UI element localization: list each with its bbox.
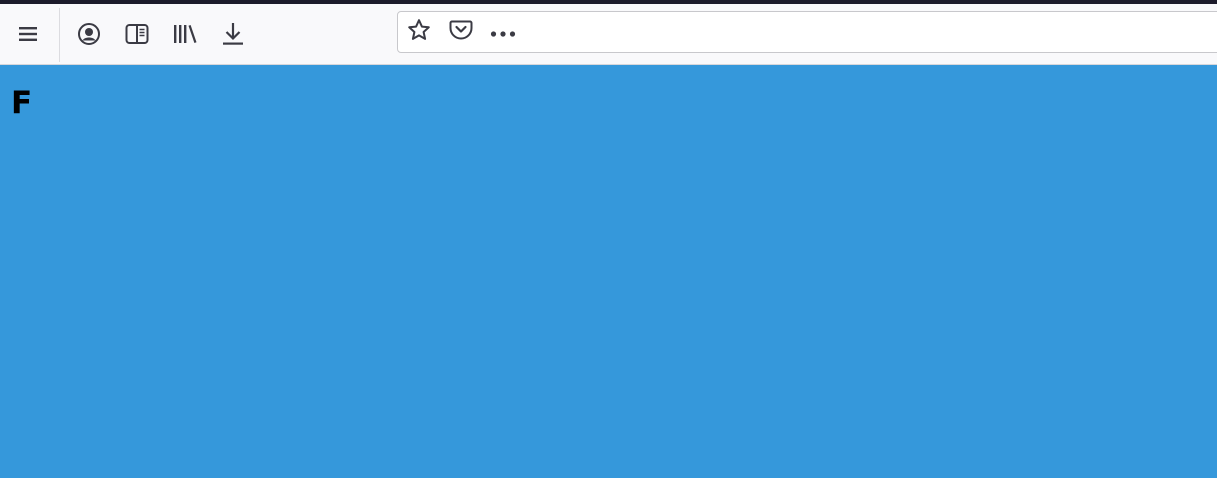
page-content: F bbox=[0, 65, 1217, 478]
sidebar-icon bbox=[125, 23, 149, 45]
toolbar-separator bbox=[59, 8, 60, 62]
download-icon bbox=[222, 22, 244, 46]
sidebar-button[interactable] bbox=[121, 16, 153, 52]
hamburger-menu-icon bbox=[18, 24, 38, 44]
pocket-button[interactable] bbox=[445, 16, 477, 48]
bookmark-button[interactable] bbox=[403, 16, 435, 48]
bookmark-star-icon bbox=[407, 18, 431, 46]
url-bar[interactable] bbox=[397, 11, 1217, 53]
library-icon bbox=[172, 23, 198, 45]
browser-toolbar bbox=[0, 4, 1217, 65]
account-icon bbox=[77, 22, 101, 46]
account-button[interactable] bbox=[73, 16, 105, 52]
pocket-icon bbox=[449, 19, 473, 45]
library-button[interactable] bbox=[169, 16, 201, 52]
page-heading: F bbox=[11, 85, 33, 121]
page-actions-button[interactable] bbox=[487, 16, 519, 48]
more-actions-icon bbox=[490, 23, 516, 42]
downloads-button[interactable] bbox=[217, 16, 249, 52]
menu-button[interactable] bbox=[12, 16, 44, 52]
